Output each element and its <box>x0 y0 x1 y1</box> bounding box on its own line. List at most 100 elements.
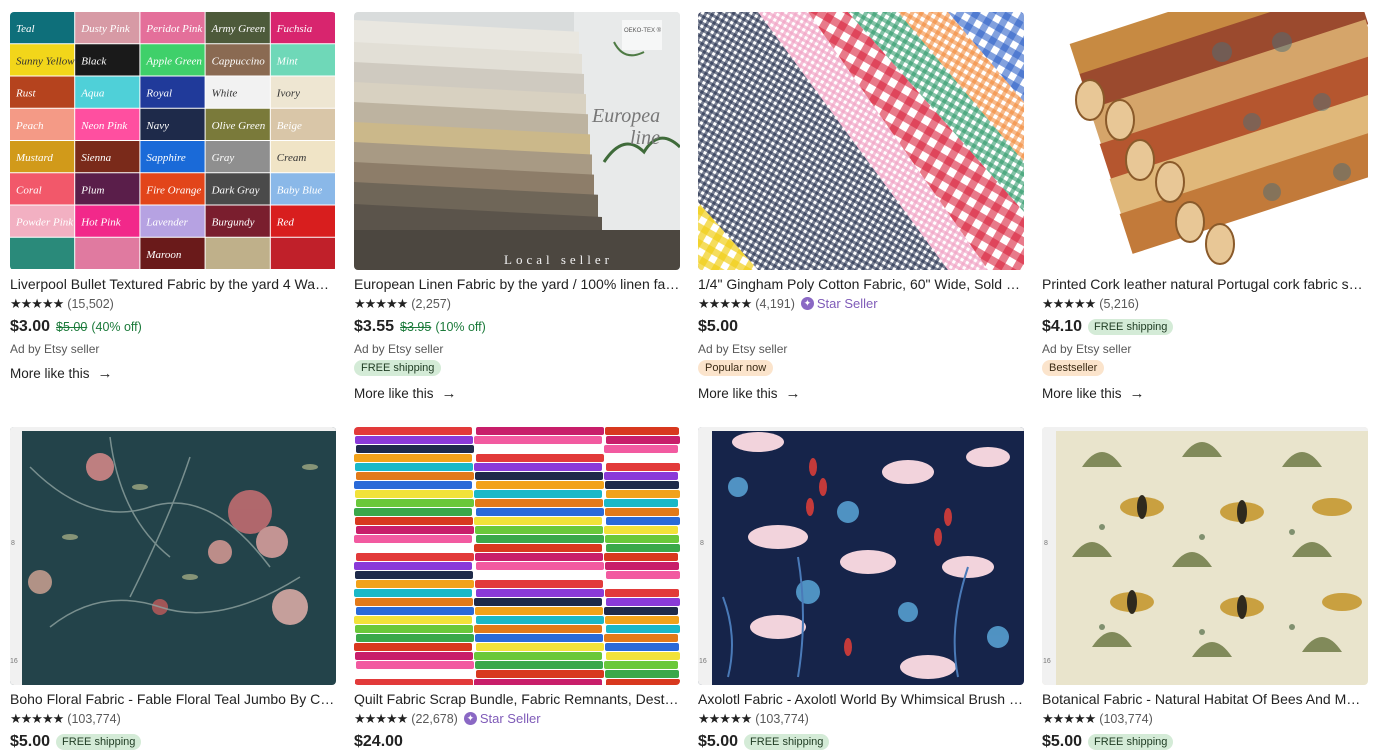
fabric-strip <box>605 589 679 597</box>
price-row: $5.00 FREE shipping <box>698 731 1024 753</box>
listing-title[interactable]: Quilt Fabric Scrap Bundle, Fabric Remnan… <box>354 690 680 708</box>
more-like-this-label: More like this <box>698 386 778 401</box>
fabric-strip <box>474 463 602 471</box>
listing-card[interactable]: 8 16 Botanical Fabric - Natural Habitat … <box>1042 427 1368 753</box>
fabric-strip <box>604 661 678 669</box>
star-rating-icon: ★★★★★ <box>354 295 408 311</box>
listing-card[interactable]: Teal Dusty Pink Peridot Pink Army Green Fuch… <box>10 12 336 382</box>
fabric-strip <box>354 616 472 624</box>
fabric-strip <box>606 625 680 633</box>
swatch-label: Mint <box>276 55 299 67</box>
fabric-strip <box>356 472 474 480</box>
discount: (10% off) <box>435 320 486 334</box>
ruler-mark: 8 <box>11 540 15 547</box>
listing-title[interactable]: Boho Floral Fabric - Fable Floral Teal J… <box>10 690 336 708</box>
fabric-strip <box>605 643 679 651</box>
free-shipping-badge: FREE shipping <box>1088 734 1174 750</box>
listing-title[interactable]: 1/4" Gingham Poly Cotton Fabric, 60" Wid… <box>698 275 1024 293</box>
fabric-strip <box>476 643 604 651</box>
listing-card[interactable]: 1/4" Gingham Poly Cotton Fabric, 60" Wid… <box>698 12 1024 402</box>
listing-card[interactable]: Printed Cork leather natural Portugal co… <box>1042 12 1368 402</box>
star-seller-icon: ✦ <box>463 712 477 725</box>
swatch-label: Fire Orange <box>145 184 201 196</box>
listing-title[interactable]: European Linen Fabric by the yard / 100%… <box>354 275 680 293</box>
arrow-right-icon: → <box>1129 385 1145 402</box>
fabric-strip <box>354 427 472 435</box>
image-overlay-text: line <box>630 127 660 149</box>
more-like-this-link[interactable]: More like this → <box>354 385 680 402</box>
fabric-strip <box>356 499 474 507</box>
fabric-strip <box>476 616 604 624</box>
fabric-strip <box>355 517 473 525</box>
ruler-mark: 8 <box>700 540 704 547</box>
free-shipping-badge: FREE shipping <box>1088 319 1174 335</box>
listing-image[interactable]: 8 16 <box>1042 427 1368 685</box>
fabric-strip <box>354 454 472 462</box>
fabric-strip <box>355 598 473 606</box>
ruler-mark: 8 <box>1044 540 1048 547</box>
swatch-label: Lavender <box>145 217 188 229</box>
fabric-strip <box>605 535 679 543</box>
listing-image[interactable]: 8 16 <box>698 427 1024 685</box>
fabric-strip <box>356 580 474 588</box>
original-price: $3.95 <box>400 320 432 334</box>
listing-title[interactable]: Printed Cork leather natural Portugal co… <box>1042 275 1368 293</box>
listing-card[interactable]: Quilt Fabric Scrap Bundle, Fabric Remnan… <box>354 427 680 753</box>
swatch-label: Coral <box>16 184 42 196</box>
listing-image[interactable] <box>354 427 680 685</box>
review-count: (103,774) <box>1099 711 1153 726</box>
rating: ★★★★★ (5,216) <box>1042 295 1368 312</box>
swatch-label: Royal <box>145 88 172 100</box>
swatch-label: Teal <box>16 23 35 35</box>
fabric-strip <box>606 544 680 552</box>
free-shipping-badge: FREE shipping <box>354 360 442 376</box>
listing-card[interactable]: OEKO-TEX ® Europea line Local seller Eur… <box>354 12 680 402</box>
listing-image[interactable]: 8 16 <box>10 427 336 685</box>
listing-card[interactable]: 8 16 Axolotl Fabric - Axolotl World By W… <box>698 427 1024 753</box>
swatch-label: Hot Pink <box>80 217 122 229</box>
more-like-this-link[interactable]: More like this → <box>698 385 1024 402</box>
swatch-label: Burgundy <box>212 217 255 229</box>
review-count: (2,257) <box>411 296 451 311</box>
more-like-this-link[interactable]: More like this → <box>10 365 336 382</box>
swatch-label: Beige <box>277 120 302 132</box>
swatch-label: Neon Pink <box>80 120 128 132</box>
listing-title[interactable]: Axolotl Fabric - Axolotl World By Whimsi… <box>698 690 1024 708</box>
rating: ★★★★★ (15,502) <box>10 295 336 312</box>
listing-image[interactable] <box>1042 12 1368 270</box>
swatch-label: Navy <box>145 120 169 132</box>
price-row: $5.00 <box>698 316 1024 338</box>
fabric-strip <box>356 526 474 534</box>
review-count: (103,774) <box>67 711 121 726</box>
fabric-strip <box>474 544 602 552</box>
star-rating-icon: ★★★★★ <box>698 295 752 311</box>
color-swatch <box>205 237 270 269</box>
ad-label: Ad by Etsy seller <box>1042 342 1132 356</box>
swatch-label: Dusty Pink <box>80 23 131 35</box>
listing-title[interactable]: Liverpool Bullet Textured Fabric by the … <box>10 275 336 293</box>
swatch-label: Plum <box>80 184 104 196</box>
fabric-strip <box>354 562 472 570</box>
popular-now-badge: Popular now <box>698 360 774 376</box>
swatch-label: Black <box>81 55 107 67</box>
star-seller-label: Star Seller <box>816 296 878 311</box>
listing-image[interactable] <box>698 12 1024 270</box>
ad-label: Ad by Etsy seller <box>698 342 788 356</box>
image-overlay-text: Europea <box>591 105 660 127</box>
fabric-strip <box>476 562 604 570</box>
swatch-label: Red <box>276 217 295 229</box>
listing-image[interactable]: OEKO-TEX ® Europea line Local seller <box>354 12 680 270</box>
swatch-label: Ivory <box>276 88 300 100</box>
fabric-strip <box>356 661 474 669</box>
star-rating-icon: ★★★★★ <box>10 710 64 726</box>
fabric-strip <box>475 607 603 615</box>
fabric-strip <box>355 436 473 444</box>
listing-image[interactable]: Teal Dusty Pink Peridot Pink Army Green Fuch… <box>10 12 336 270</box>
listing-title[interactable]: Botanical Fabric - Natural Habitat Of Be… <box>1042 690 1368 708</box>
fabric-strip <box>605 670 679 678</box>
swatch-label: Aqua <box>80 88 105 100</box>
more-like-this-link[interactable]: More like this → <box>1042 385 1368 402</box>
image-overlay-text: Local seller <box>504 252 613 267</box>
listing-card[interactable]: 8 16 Boho Floral Fabric - Fable Floral T… <box>10 427 336 753</box>
rating: ★★★★★ (2,257) <box>354 295 680 312</box>
